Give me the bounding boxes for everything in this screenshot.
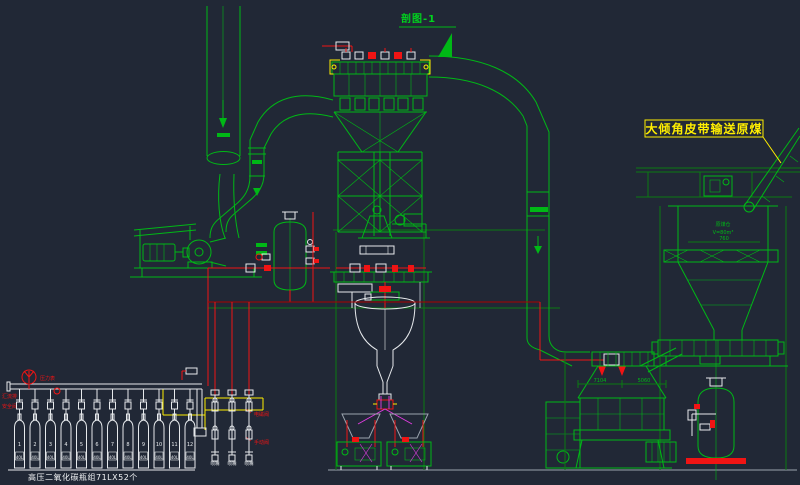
gas-cylinder: 8 40L — [123, 389, 133, 468]
fan-inlet-duct — [210, 96, 333, 238]
cylinder-number: 7 — [111, 442, 114, 448]
gauge-label: 压力表 — [40, 375, 55, 382]
cylinder-tag: 40L — [16, 455, 24, 460]
twin-feeders — [337, 437, 431, 470]
valve-stand: 喷嘴 — [211, 302, 220, 467]
manifold-label: 汇流排 — [2, 393, 17, 400]
cylinder-tag: 40L — [124, 455, 132, 460]
gas-cylinder: 5 40L — [77, 389, 87, 468]
pressure-vessel-right — [686, 340, 746, 480]
cylinder-number: 9 — [142, 442, 145, 448]
nozzle-label: 喷嘴 — [245, 460, 254, 467]
cylinder-tag: 40L — [140, 455, 148, 460]
bin-dim-label: 760 — [719, 236, 729, 242]
manual-valve-label: 手动阀 — [254, 439, 269, 446]
drawing-caption: 高压二氧化碳瓶组71LX52个 — [28, 472, 138, 482]
cylinder-number: 12 — [187, 442, 193, 448]
cylinder-tag: 40L — [171, 455, 179, 460]
cylinder-number: 5 — [80, 442, 83, 448]
dim-label: 7104 — [594, 378, 607, 384]
bag-filter — [322, 42, 430, 236]
cylinder-tag: 40L — [93, 455, 101, 460]
gas-cylinder: 1 40L — [15, 389, 25, 468]
vertical-mill: 7104 5060 — [546, 352, 676, 470]
classifier-platform — [330, 206, 432, 308]
dim-label: 5060 — [638, 378, 651, 384]
cad-viewport[interactable]: 7104 5060 原煤仓 V=80m³ 760 — [0, 0, 800, 485]
cylinder-number: 3 — [49, 442, 52, 448]
cylinder-number: 10 — [156, 442, 162, 448]
relief-label: 安全阀 — [2, 403, 17, 410]
cylinder-tag: 40L — [186, 455, 194, 460]
gas-cylinder: 6 40L — [92, 389, 102, 468]
cylinder-number: 1 — [18, 442, 21, 448]
gas-cylinder: 7 40L — [108, 389, 118, 468]
cylinder-number: 11 — [171, 442, 177, 448]
gas-cylinder: 2 40L — [30, 389, 40, 468]
cylinder-tag: 40L — [109, 455, 117, 460]
annotations: 剖图-1 大倾角皮带输送原煤 高压二氧化碳瓶组71LX52个 — [28, 12, 781, 482]
gas-cylinder: 3 40L — [46, 389, 56, 468]
bin-text-1: 原煤仓 — [715, 221, 730, 228]
gas-cylinder: 9 40L — [139, 389, 149, 468]
cylinder-tag: 40L — [78, 455, 86, 460]
cylinder-number: 2 — [33, 442, 36, 448]
solenoid-label: 电磁阀 — [254, 411, 269, 418]
cylinder-tag: 40L — [62, 455, 70, 460]
nozzle-label: 喷嘴 — [211, 460, 220, 467]
valve-stand: 喷嘴 — [245, 302, 254, 467]
cylinder-number: 4 — [64, 442, 67, 448]
nozzle-label: 喷嘴 — [228, 460, 237, 467]
cylinder-tag: 40L — [47, 455, 55, 460]
pulse-valves — [342, 48, 415, 59]
gas-cylinder: 11 40L — [170, 389, 180, 468]
cad-canvas[interactable]: 7104 5060 原煤仓 V=80m³ 760 — [0, 0, 800, 485]
raw-coal-bin: 原煤仓 V=80m³ 760 — [640, 176, 788, 372]
cylinder-tag: 40L — [155, 455, 163, 460]
belt-conveyor — [744, 128, 800, 212]
view-label: 剖图-1 — [401, 12, 436, 25]
cylinder-number: 6 — [95, 442, 98, 448]
fan-outlet-duct — [219, 33, 452, 238]
gas-cylinder: 4 40L — [61, 389, 71, 468]
valve-stands: 电磁阀 手动阀 喷嘴 喷嘴 — [211, 302, 270, 467]
exhaust-stack — [207, 6, 240, 165]
valve-stand: 喷嘴 — [228, 302, 237, 467]
cylinder-number: 8 — [126, 442, 129, 448]
main-duct — [429, 56, 590, 366]
cylinder-tag: 40L — [31, 455, 39, 460]
conveyor-label: 大倾角皮带输送原煤 — [645, 121, 762, 136]
co2-cylinder-rack: 压力表 汇流排 安全阀 40L 1 40L — [2, 370, 206, 470]
